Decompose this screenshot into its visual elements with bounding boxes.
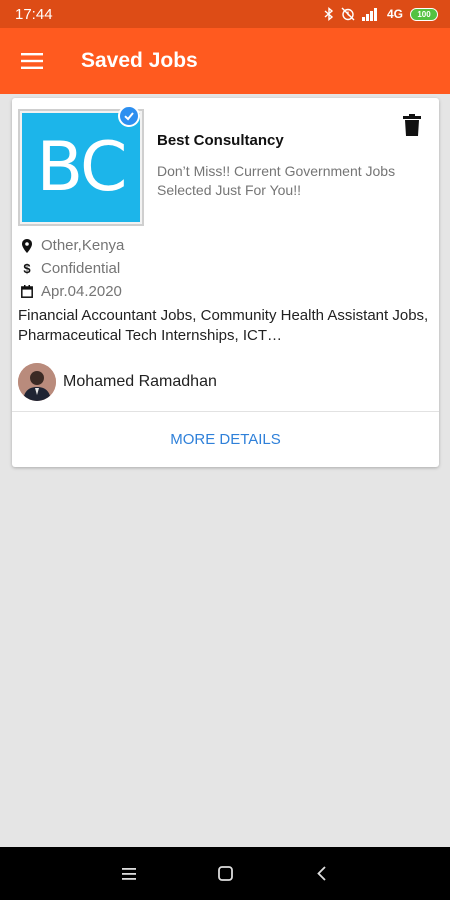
more-details-button[interactable]: MORE DETAILS	[12, 412, 439, 467]
bluetooth-icon	[324, 7, 334, 21]
poster-name: Mohamed Ramadhan	[63, 373, 217, 390]
logo-text: BC	[22, 113, 140, 222]
hamburger-icon[interactable]	[0, 28, 64, 94]
job-description: Don’t Miss!! Current Government Jobs Sel…	[157, 163, 396, 198]
status-time: 17:44	[15, 5, 53, 23]
salary-row: $ Confidential	[20, 260, 120, 277]
calendar-icon	[20, 285, 34, 299]
verified-badge-icon	[118, 105, 140, 127]
page-title: Saved Jobs	[81, 49, 198, 72]
company-name: Best Consultancy	[157, 132, 284, 149]
status-bar: 17:44 4G 100	[0, 0, 450, 28]
delete-icon[interactable]	[400, 112, 424, 138]
job-date: Apr.04.2020	[41, 283, 122, 300]
poster-info: Mohamed Ramadhan	[18, 363, 217, 401]
alarm-off-icon	[341, 7, 355, 21]
job-salary: Confidential	[41, 260, 121, 277]
job-categories: Financial Accountant Jobs, Community Hea…	[18, 307, 429, 344]
app-bar: Saved Jobs	[0, 28, 450, 94]
avatar	[18, 363, 56, 401]
dollar-icon: $	[23, 261, 31, 276]
home-icon[interactable]	[213, 862, 237, 886]
location-pin-icon	[20, 238, 34, 253]
job-card[interactable]: BC Best Consultancy Don’t Miss!! Current…	[12, 98, 439, 467]
system-nav-bar	[0, 847, 450, 900]
back-icon[interactable]	[309, 862, 333, 886]
signal-icon	[361, 7, 380, 21]
battery-icon: 100	[410, 7, 438, 21]
status-icons: 4G 100	[324, 7, 438, 21]
location-row: Other,Kenya	[20, 237, 124, 254]
recent-apps-icon[interactable]	[117, 862, 141, 886]
network-type: 4G	[386, 7, 403, 21]
job-location: Other,Kenya	[41, 237, 125, 254]
date-row: Apr.04.2020	[20, 283, 122, 300]
